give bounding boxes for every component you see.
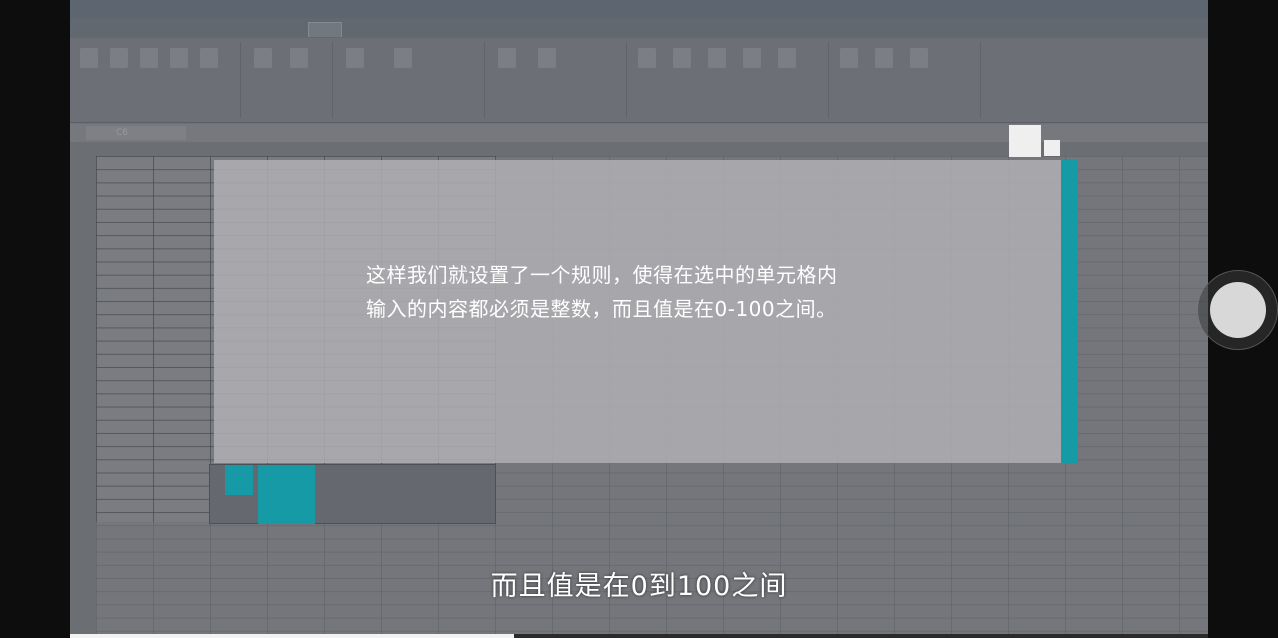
- ribbon-tab-active: [308, 22, 342, 37]
- ribbon-icon: [840, 48, 858, 68]
- teal-accent-stripe: [1061, 160, 1078, 463]
- left-letterbox: [0, 0, 70, 638]
- ribbon-icon: [778, 48, 796, 68]
- explanation-text: 这样我们就设置了一个规则，使得在选中的单元格内 输入的内容都必须是整数，而且值是…: [366, 258, 1026, 326]
- ribbon-tab: [265, 22, 295, 36]
- ribbon-icon: [254, 48, 272, 68]
- ribbon-group: [242, 42, 333, 118]
- assistive-touch-icon[interactable]: [1210, 282, 1266, 338]
- ribbon-icon: [200, 48, 218, 68]
- video-subtitle: 而且值是在0到100之间: [490, 571, 788, 602]
- ribbon-tab: [350, 22, 374, 36]
- video-player-screen: C6 这样我们就设置了一个规则，使得在选中的单元格内 输入的内容都必须是整数，而…: [0, 0, 1278, 638]
- ribbon-group: [830, 42, 981, 118]
- ribbon-group: [628, 42, 829, 118]
- teal-square-decoration: [258, 465, 315, 524]
- ribbon-icon: [394, 48, 412, 68]
- excel-ribbon: [70, 38, 1208, 123]
- ribbon-icon: [875, 48, 893, 68]
- ribbon-icon: [290, 48, 308, 68]
- ribbon-icon: [538, 48, 556, 68]
- ribbon-icon: [910, 48, 928, 68]
- ribbon-group: [334, 42, 485, 118]
- white-square-decoration: [1009, 125, 1041, 157]
- ribbon-tab: [205, 22, 245, 36]
- ribbon-icon: [80, 48, 98, 68]
- ribbon-icon: [110, 48, 128, 68]
- ribbon-icon: [170, 48, 188, 68]
- ribbon-tab: [390, 22, 414, 36]
- ribbon-icon: [743, 48, 761, 68]
- ribbon-icon: [140, 48, 158, 68]
- video-progress-fill: [70, 634, 514, 638]
- ribbon-icon: [708, 48, 726, 68]
- ribbon-tab: [125, 22, 149, 36]
- ribbon-icon: [498, 48, 516, 68]
- ribbon-group: [486, 42, 627, 118]
- excel-title-bar: [70, 0, 1208, 18]
- ribbon-tab: [165, 22, 189, 36]
- ribbon-icon: [638, 48, 656, 68]
- ribbon-icon: [346, 48, 364, 68]
- ribbon-icon: [673, 48, 691, 68]
- video-progress-bar[interactable]: [70, 634, 1208, 638]
- white-square-decoration: [1044, 140, 1060, 156]
- explanation-line: 这样我们就设置了一个规则，使得在选中的单元格内: [366, 263, 838, 287]
- ribbon-group: [70, 42, 241, 118]
- explanation-line: 输入的内容都必须是整数，而且值是在0-100之间。: [366, 297, 837, 321]
- name-box: C6: [86, 126, 186, 140]
- teal-square-decoration: [225, 465, 253, 495]
- excel-ribbon-tabs: [70, 18, 1208, 38]
